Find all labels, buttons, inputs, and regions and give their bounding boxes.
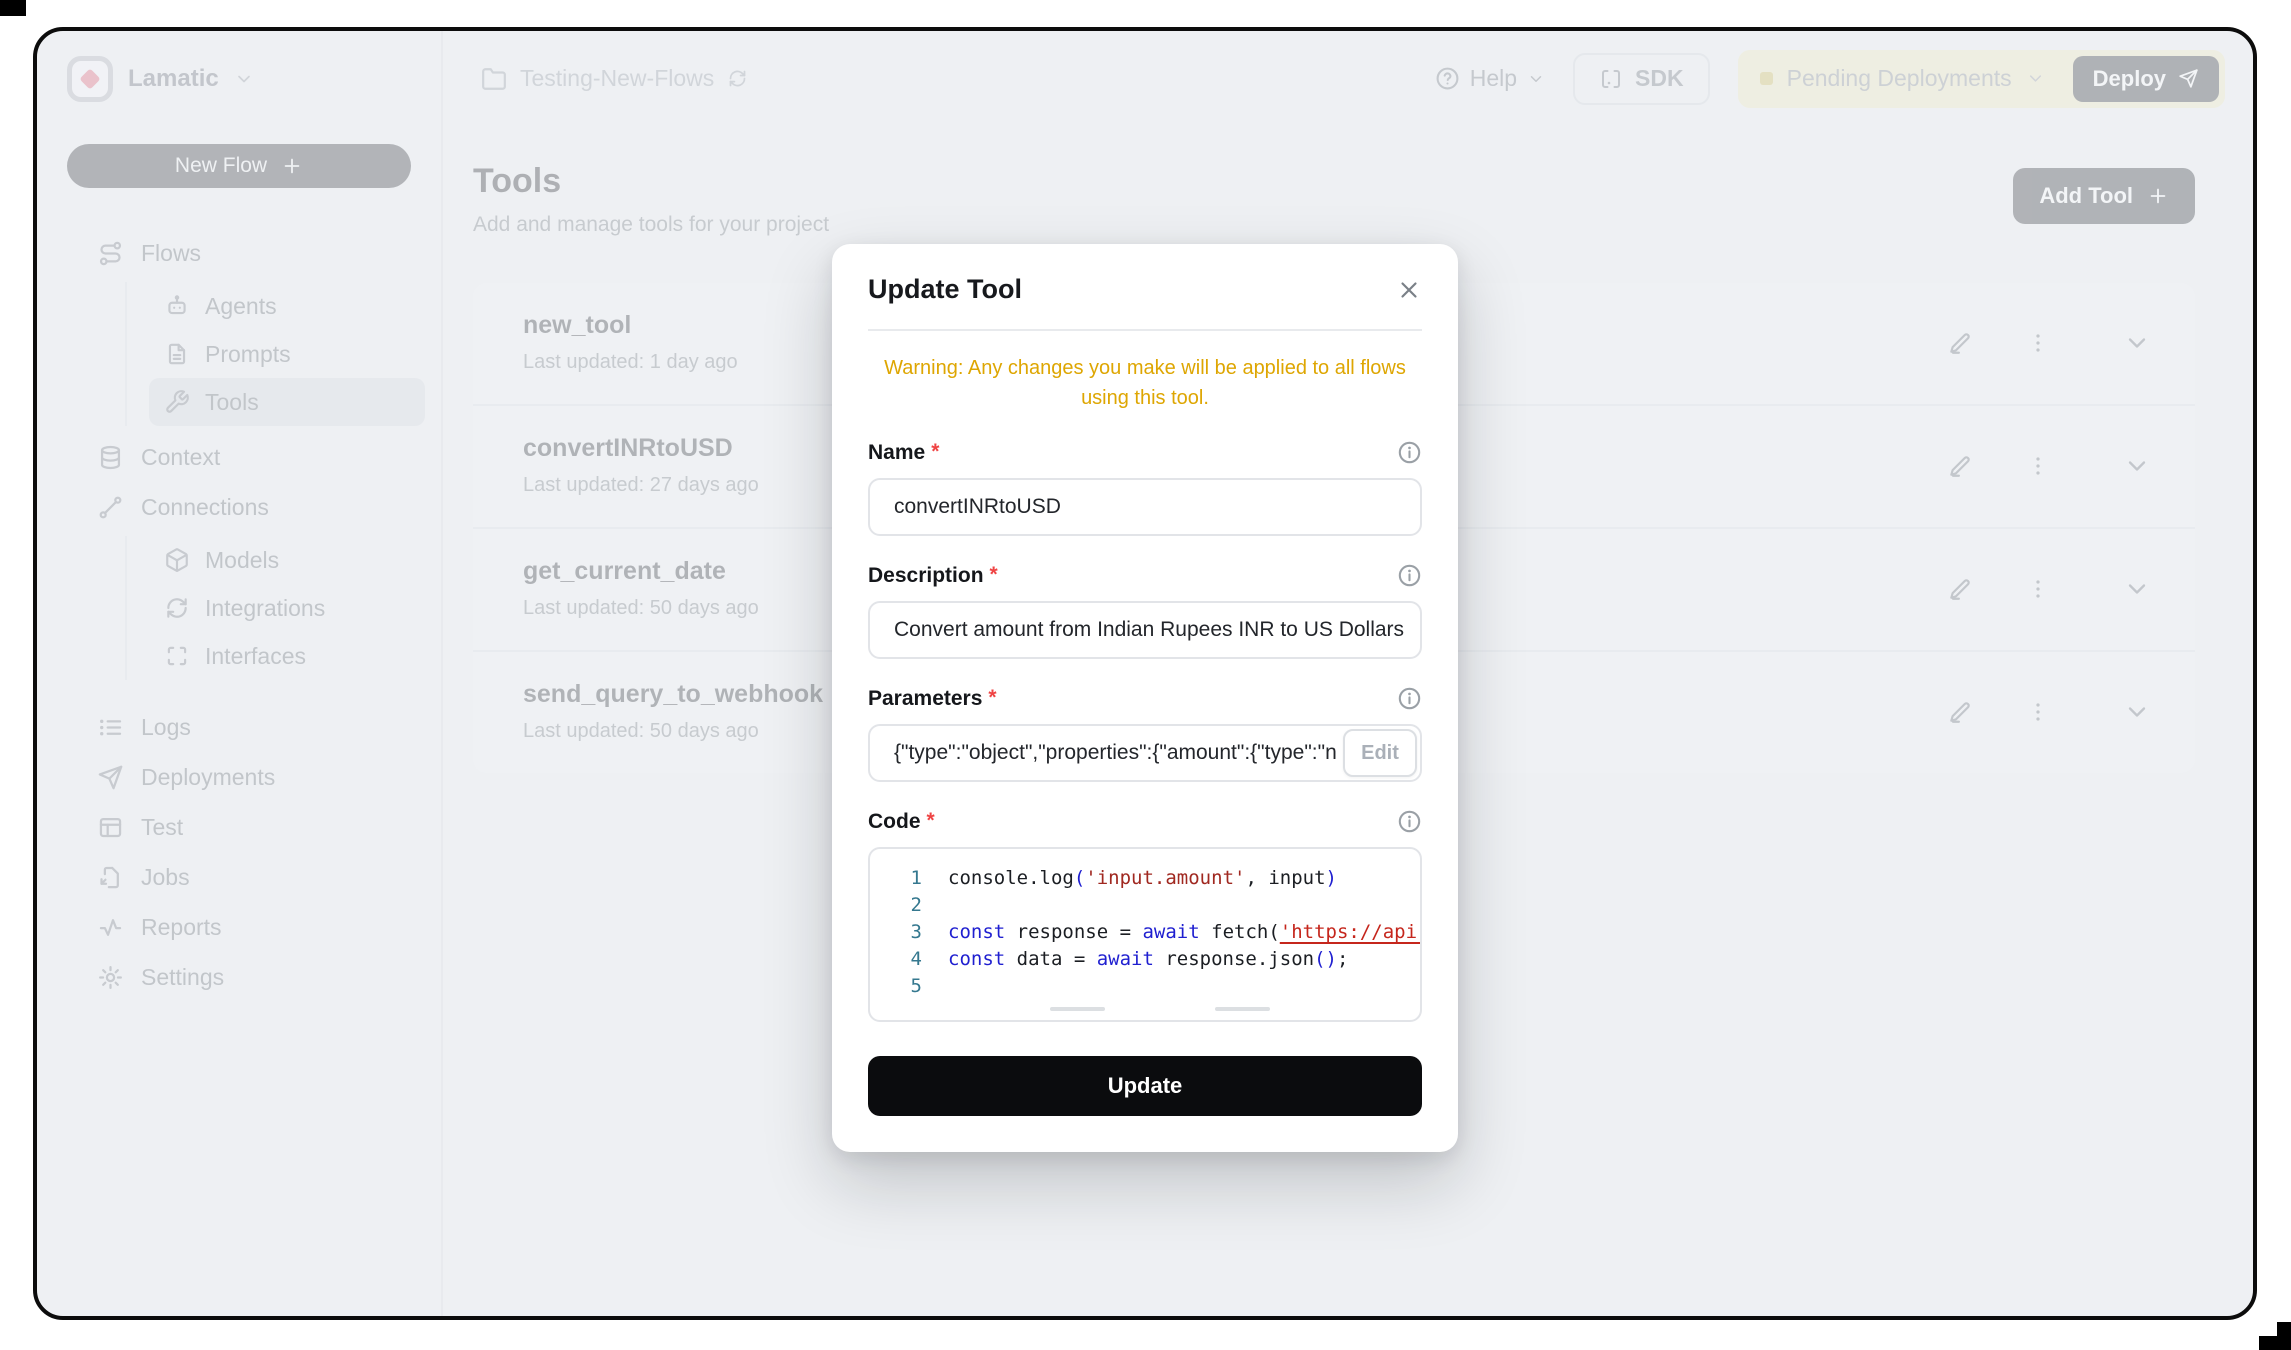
line-number: 5	[870, 975, 922, 997]
code-field-group: Code * 1 console.log('input.amount', inp…	[868, 809, 1422, 1022]
code-line: 1 console.log('input.amount', input)	[870, 864, 1420, 891]
parameters-input[interactable]: {"type":"object","properties":{"amount":…	[868, 724, 1422, 782]
update-button[interactable]: Update	[868, 1056, 1422, 1116]
code-line: 3 const response = await fetch('https://…	[870, 918, 1420, 945]
name-label: Name	[868, 441, 925, 465]
screen-artifact-top-left	[0, 0, 26, 16]
required-marker: *	[990, 563, 998, 587]
required-marker: *	[931, 440, 939, 464]
name-input[interactable]: convertINRtoUSD	[868, 478, 1422, 536]
description-input[interactable]: Convert amount from Indian Rupees INR to…	[868, 601, 1422, 659]
info-icon[interactable]	[1397, 809, 1422, 834]
parameters-field-group: Parameters * {"type":"object","propertie…	[868, 686, 1422, 782]
code-label: Code	[868, 810, 921, 834]
code-line: 5	[870, 972, 1420, 999]
line-number: 4	[870, 948, 922, 970]
screen-artifact-bottom-right	[2259, 1336, 2291, 1350]
info-icon[interactable]	[1397, 440, 1422, 465]
code-line: 4 const data = await response.json();	[870, 945, 1420, 972]
name-field-group: Name * convertINRtoUSD	[868, 440, 1422, 536]
close-icon[interactable]	[1396, 277, 1422, 303]
modal-title: Update Tool	[868, 274, 1022, 305]
code-horizontal-scrollbar[interactable]	[1050, 1007, 1270, 1012]
warning-text: Warning: Any changes you make will be ap…	[868, 353, 1422, 413]
description-field-group: Description * Convert amount from Indian…	[868, 563, 1422, 659]
parameters-label: Parameters	[868, 687, 982, 711]
screen-artifact-bottom-right	[2277, 1322, 2291, 1338]
code-editor[interactable]: 1 console.log('input.amount', input) 2 3…	[868, 847, 1422, 1022]
info-icon[interactable]	[1397, 686, 1422, 711]
update-tool-modal: Update Tool Warning: Any changes you mak…	[832, 244, 1458, 1152]
required-marker: *	[988, 686, 996, 710]
edit-parameters-button[interactable]: Edit	[1343, 729, 1417, 777]
required-marker: *	[927, 809, 935, 833]
info-icon[interactable]	[1397, 563, 1422, 588]
code-line: 2	[870, 891, 1420, 918]
divider	[868, 329, 1422, 331]
line-number: 3	[870, 921, 922, 943]
app-window: Lamatic New Flow Flows Agents	[33, 27, 2257, 1320]
line-number: 1	[870, 867, 922, 889]
description-label: Description	[868, 564, 984, 588]
line-number: 2	[870, 894, 922, 916]
